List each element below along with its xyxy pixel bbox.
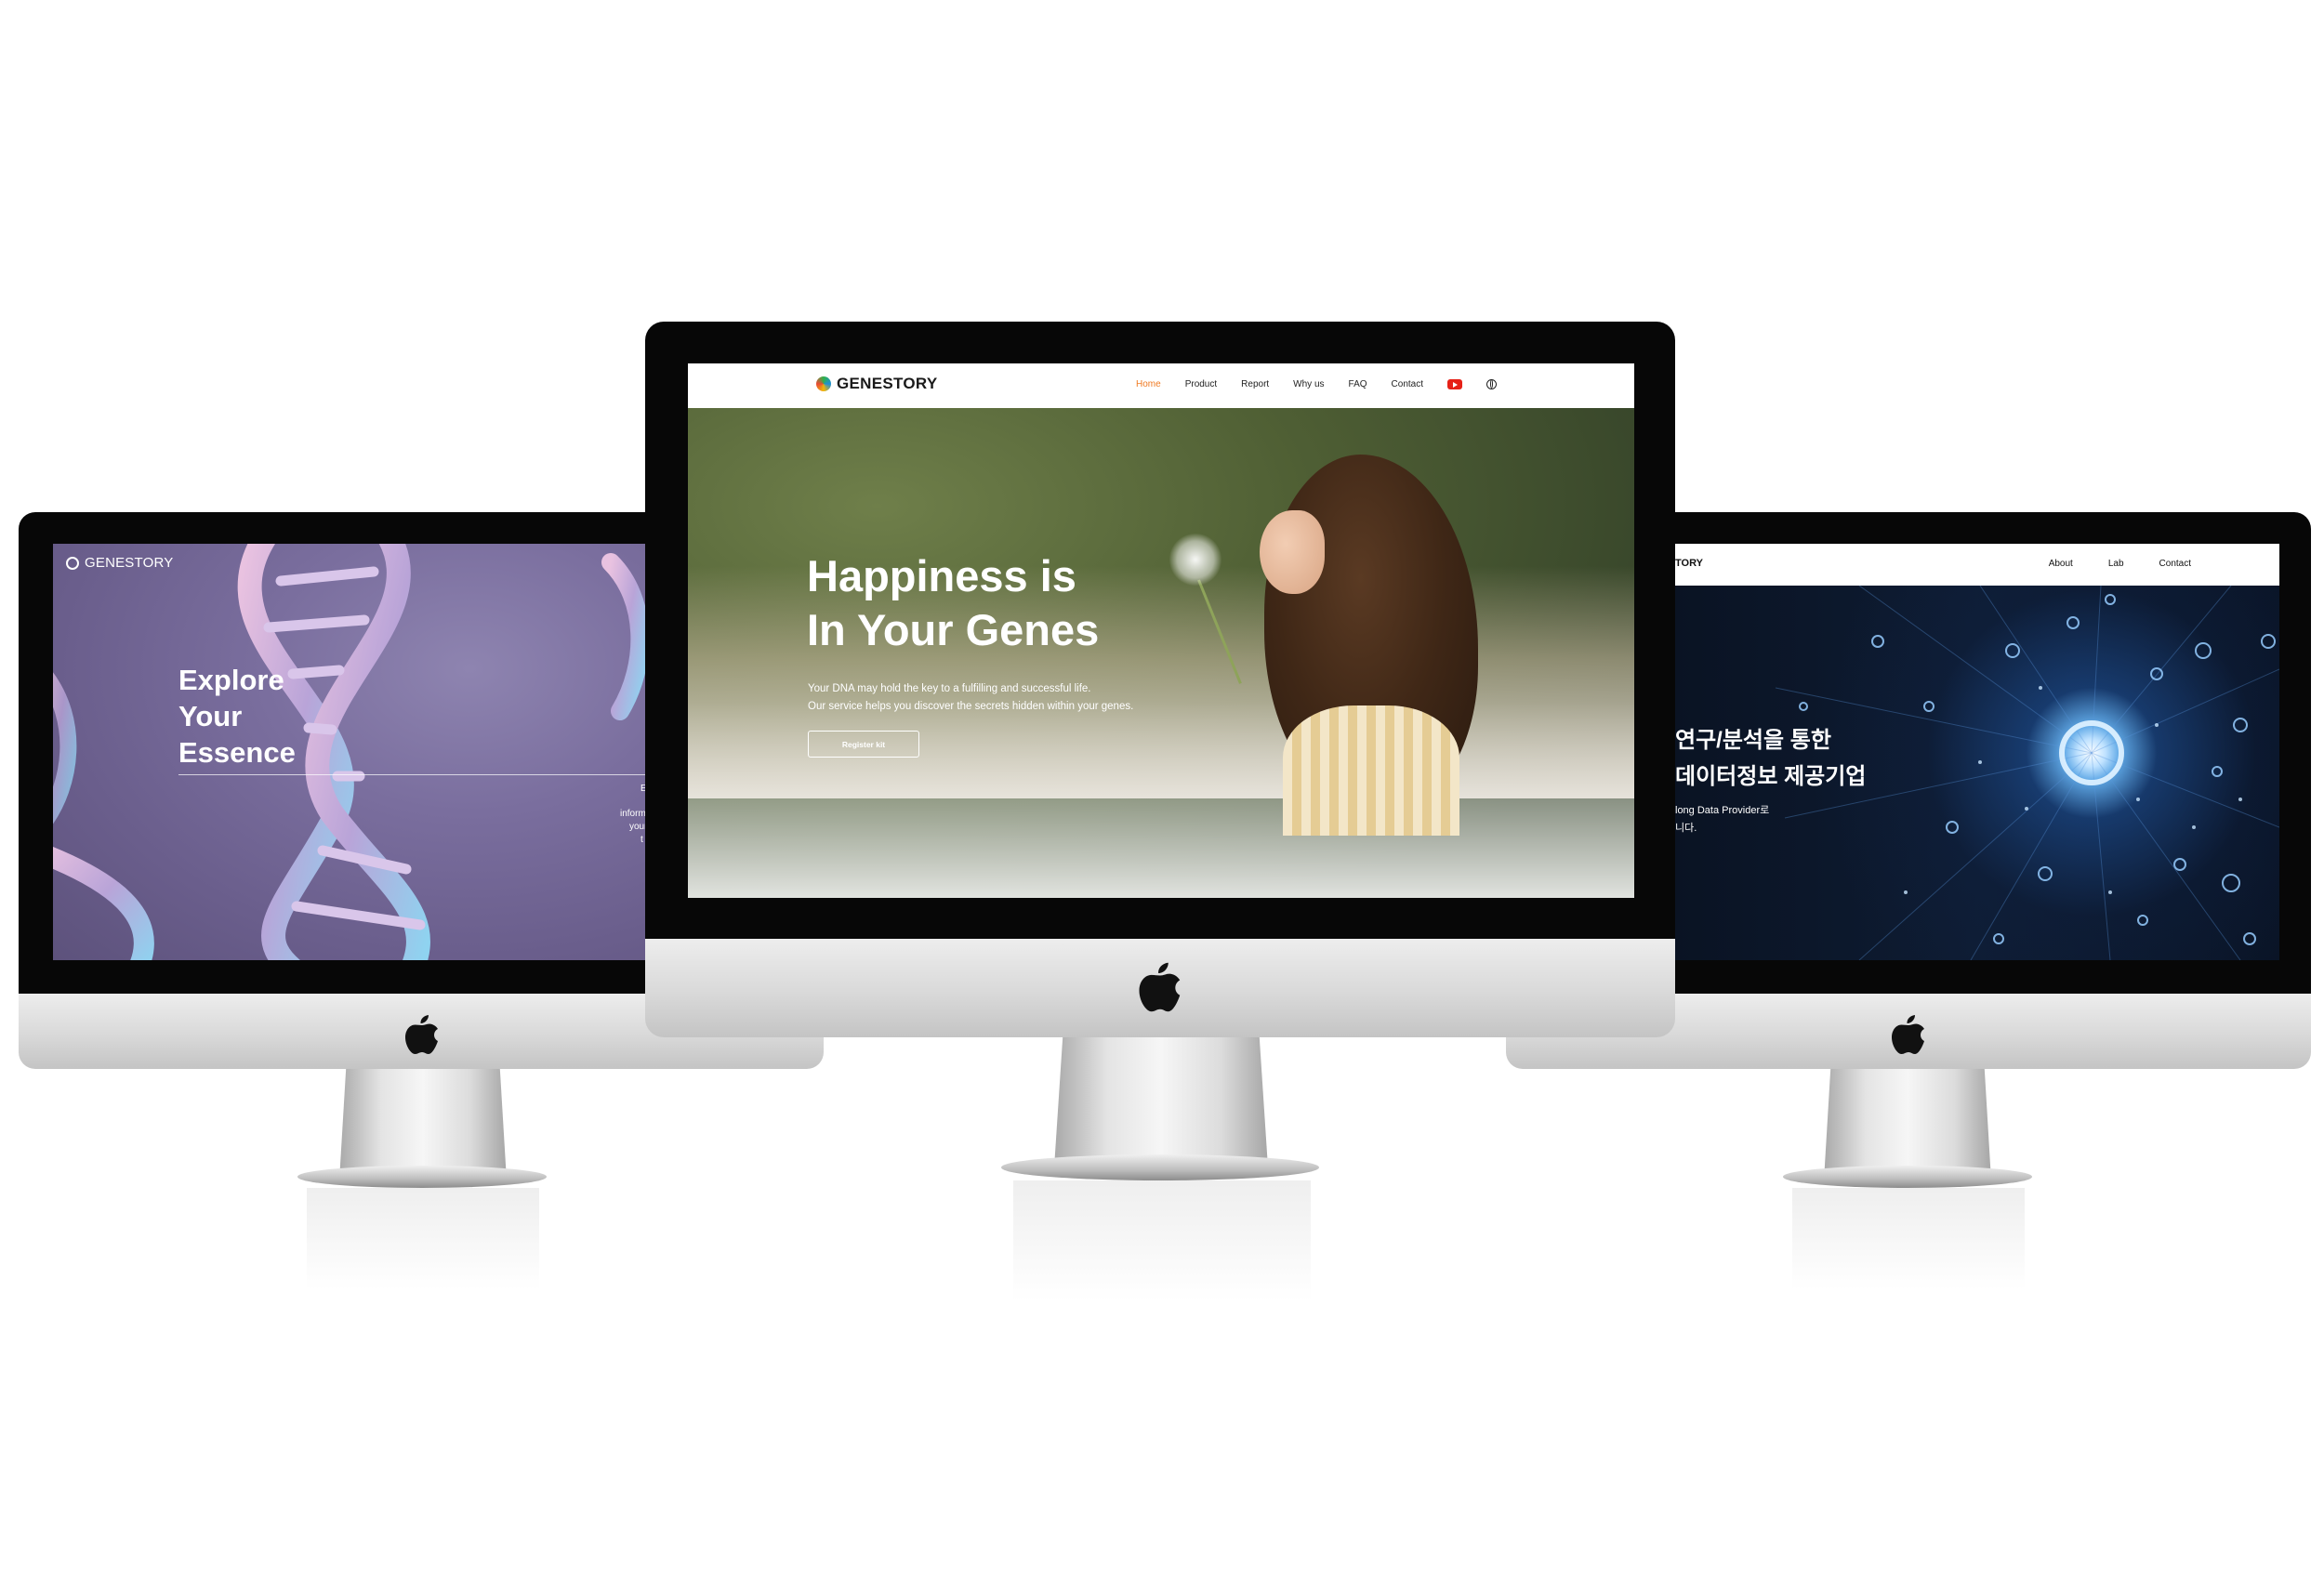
dna-helix-illustration <box>53 544 648 960</box>
right-brand-text[interactable]: TORY <box>1675 558 1703 569</box>
register-kit-button[interactable]: Register kit <box>808 731 919 758</box>
hero-photo-girl-dress <box>1283 705 1459 836</box>
imac-left-foot <box>297 1166 547 1188</box>
center-nav-bar: GENESTORY Home Product Report Why us FAQ… <box>688 363 1634 408</box>
youtube-icon[interactable] <box>1447 379 1462 389</box>
imac-center-reflection <box>1013 1180 1311 1301</box>
dandelion-flower <box>1169 534 1221 586</box>
left-hero-heading: Explore Your Essence <box>178 662 296 771</box>
center-website-screen: GENESTORY Home Product Report Why us FAQ… <box>688 363 1634 898</box>
left-hero-line-3: Essence <box>178 736 296 769</box>
apple-logo-icon <box>405 1015 438 1054</box>
nav-item-product[interactable]: Product <box>1185 379 1217 389</box>
imac-right-foot <box>1783 1166 2032 1188</box>
left-hero-line-2: Your <box>178 700 243 732</box>
apple-logo-icon <box>1892 1015 1924 1054</box>
center-brand-text: GENESTORY <box>837 375 938 392</box>
right-hero-subtext: long Data Provider로 니다. <box>1675 802 1769 837</box>
center-nav-links: Home Product Report Why us FAQ Contact <box>1136 379 1497 389</box>
imac-center-foot <box>1001 1154 1319 1180</box>
imac-right-reflection <box>1792 1188 2025 1290</box>
center-hero-heading: Happiness is In Your Genes <box>807 549 1099 657</box>
nav-item-lab[interactable]: Lab <box>2108 559 2124 569</box>
right-hero-sub-line-1: long Data Provider로 <box>1675 805 1770 816</box>
left-text-fragment: inform <box>620 809 646 819</box>
right-hero-banner: 연구/분석을 통한 데이터정보 제공기업 long Data Provider로… <box>1673 586 2279 960</box>
nav-item-contact[interactable]: Contact <box>2159 559 2191 569</box>
left-hero-line-1: Explore <box>178 664 284 696</box>
right-hero-sub-line-2: 니다. <box>1675 823 1697 834</box>
center-hero-banner: Happiness is In Your Genes Your DNA may … <box>688 408 1634 898</box>
imac-right-stand <box>1824 1069 1991 1180</box>
right-nav-bar: TORY About Lab Contact <box>1673 544 2279 586</box>
apple-logo-icon <box>1139 962 1181 1012</box>
left-divider <box>178 774 648 775</box>
right-hero-line-2: 데이터정보 제공기업 <box>1675 764 1867 789</box>
nav-item-faq[interactable]: FAQ <box>1349 379 1367 389</box>
right-hero-heading: 연구/분석을 통한 데이터정보 제공기업 <box>1675 722 1866 795</box>
right-hero-line-1: 연구/분석을 통한 <box>1675 728 1831 753</box>
right-website-screen: TORY About Lab Contact 연구/분석을 통한 데이터정보 제… <box>1673 544 2279 960</box>
imac-center-stand <box>1054 1037 1268 1167</box>
genestory-logo-icon <box>816 376 831 391</box>
center-hero-subtext: Your DNA may hold the key to a fulfillin… <box>808 680 1133 716</box>
nav-item-home[interactable]: Home <box>1136 379 1161 389</box>
imac-left-reflection <box>307 1188 539 1290</box>
center-hero-line-2: In Your Genes <box>807 605 1100 654</box>
center-hero-line-1: Happiness is <box>807 551 1076 600</box>
nav-item-contact[interactable]: Contact <box>1392 379 1423 389</box>
right-nav-links: About Lab Contact <box>2049 559 2191 569</box>
globe-icon[interactable] <box>1486 379 1497 389</box>
nav-item-report[interactable]: Report <box>1241 379 1269 389</box>
hero-photo-girl-face <box>1260 510 1325 594</box>
nav-item-about[interactable]: About <box>2049 559 2073 569</box>
nav-item-why-us[interactable]: Why us <box>1293 379 1324 389</box>
left-text-fragment: t <box>640 835 643 845</box>
left-website-screen: GENESTORY Explore Your Essence E inform … <box>53 544 648 960</box>
imac-left-stand <box>339 1069 507 1180</box>
center-hero-sub-line-2: Our service helps you discover the secre… <box>808 701 1134 712</box>
center-brand-logo[interactable]: GENESTORY <box>816 375 938 393</box>
center-hero-sub-line-1: Your DNA may hold the key to a fulfillin… <box>808 683 1091 694</box>
